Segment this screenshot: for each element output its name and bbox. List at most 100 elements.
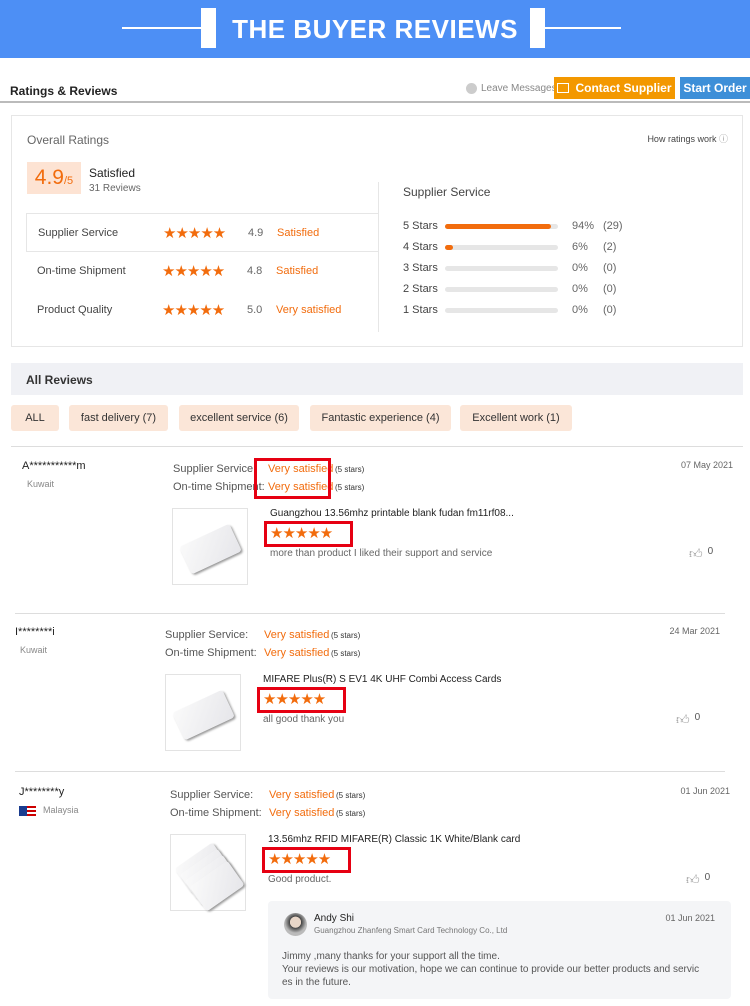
overall-score: 4.9 bbox=[34, 166, 64, 189]
rating-row: Product Quality ★★★★★ 5.0 Very satisfied bbox=[26, 291, 378, 330]
panel-divider bbox=[378, 182, 379, 332]
highlight-box bbox=[254, 458, 331, 499]
header-divider bbox=[0, 101, 750, 103]
rating-row: Supplier Service ★★★★★ 4.9 Satisfied bbox=[26, 213, 378, 252]
progress-fill bbox=[445, 245, 453, 250]
review-date: 01 Jun 2021 bbox=[680, 786, 730, 796]
reply-name: Andy Shi bbox=[314, 913, 355, 924]
overall-score-max: /5 bbox=[64, 175, 74, 187]
leave-messages-link[interactable]: Leave Messages bbox=[466, 83, 557, 94]
star-rating: ★★★★★ bbox=[162, 302, 225, 319]
review-date: 24 Mar 2021 bbox=[669, 626, 720, 636]
star-count: (0) bbox=[603, 304, 617, 316]
section-title: Ratings & Reviews bbox=[10, 84, 118, 98]
reviewer-name: A***********m bbox=[22, 460, 86, 472]
how-ratings-label: How ratings work bbox=[647, 134, 717, 144]
rating-row: On-time Shipment ★★★★★ 4.8 Satisfied bbox=[26, 252, 378, 291]
review-divider bbox=[15, 771, 725, 772]
reviewer-name: I********i bbox=[15, 626, 55, 638]
overall-label: Satisfied bbox=[89, 166, 136, 180]
overall-ratings-title: Overall Ratings bbox=[27, 133, 110, 147]
like-count: 0 bbox=[704, 872, 711, 883]
rating-value: 4.9 bbox=[248, 227, 264, 239]
contact-supplier-label: Contact Supplier bbox=[575, 81, 672, 95]
star-label: 3 Stars bbox=[403, 262, 438, 274]
star-rating: ★★★★★ bbox=[163, 225, 226, 242]
star-breakdown-row: 3 Stars 0% (0) bbox=[403, 262, 703, 278]
avatar bbox=[284, 913, 307, 936]
reviewer-country: Kuwait bbox=[20, 645, 48, 655]
breakdown-title: Supplier Service bbox=[403, 185, 491, 199]
all-reviews-bar: All Reviews bbox=[11, 363, 743, 395]
reviewer-country: Malaysia bbox=[43, 805, 79, 815]
supplier-stars-text: (5 stars) bbox=[335, 465, 365, 474]
product-thumbnail[interactable] bbox=[165, 674, 241, 751]
overall-score-badge: 4.9/5 bbox=[27, 162, 81, 194]
rating-value: 5.0 bbox=[247, 304, 263, 316]
rating-name: Product Quality bbox=[37, 304, 113, 316]
like-button[interactable]: 👍︎ 0 bbox=[676, 712, 700, 728]
star-count: (0) bbox=[603, 283, 617, 295]
star-label: 1 Stars bbox=[403, 304, 438, 316]
message-icon bbox=[466, 83, 477, 94]
product-title[interactable]: 13.56mhz RFID MIFARE(R) Classic 1K White… bbox=[268, 834, 520, 845]
product-title[interactable]: Guangzhou 13.56mhz printable blank fudan… bbox=[270, 508, 514, 519]
supplier-service-value: Very satisfied bbox=[269, 789, 335, 801]
shipment-stars-text: (5 stars) bbox=[335, 483, 365, 492]
filter-tag[interactable]: Fantastic experience (4) bbox=[310, 405, 451, 431]
rating-name: On-time Shipment bbox=[37, 265, 126, 277]
shipment-label: On-time Shipment: bbox=[165, 647, 257, 659]
rating-value: 4.8 bbox=[247, 265, 263, 277]
star-percent: 6% bbox=[572, 241, 588, 253]
review-divider bbox=[15, 613, 725, 614]
how-ratings-work-link[interactable]: How ratings work ⓘ bbox=[647, 132, 728, 145]
reply-text: Your reviews is our motivation, hope we … bbox=[282, 964, 700, 975]
reply-text: es in the future. bbox=[282, 977, 351, 988]
product-title[interactable]: MIFARE Plus(R) S EV1 4K UHF Combi Access… bbox=[263, 674, 501, 685]
review-comment: Good product. bbox=[268, 874, 332, 885]
star-count: (2) bbox=[603, 241, 617, 253]
star-label: 5 Stars bbox=[403, 220, 438, 232]
progress-bar bbox=[445, 308, 558, 313]
rating-label: Very satisfied bbox=[276, 304, 342, 316]
product-thumbnail[interactable] bbox=[172, 508, 248, 585]
supplier-service-label: Supplier Service: bbox=[173, 463, 257, 475]
filter-tag[interactable]: fast delivery (7) bbox=[69, 405, 168, 431]
progress-fill bbox=[445, 224, 552, 229]
contact-supplier-button[interactable]: Contact Supplier bbox=[554, 77, 675, 99]
reply-text: Jimmy ,many thanks for your support all … bbox=[282, 951, 500, 962]
banner: THE BUYER REVIEWS bbox=[0, 0, 750, 58]
reply-company: Guangzhou Zhanfeng Smart Card Technology… bbox=[314, 926, 508, 935]
thumbs-up-icon: 👍︎ bbox=[686, 872, 700, 887]
star-percent: 0% bbox=[572, 283, 588, 295]
start-order-button[interactable]: Start Order bbox=[680, 77, 750, 99]
filter-tag[interactable]: ALL bbox=[11, 405, 59, 431]
malaysia-flag-icon bbox=[19, 806, 36, 816]
filter-tag[interactable]: excellent service (6) bbox=[179, 405, 299, 431]
product-star-rating: ★★★★★ bbox=[268, 851, 331, 868]
star-breakdown-row: 2 Stars 0% (0) bbox=[403, 283, 703, 299]
filter-tag[interactable]: Excellent work (1) bbox=[460, 405, 572, 431]
shipment-value: Very satisfied bbox=[264, 647, 330, 659]
star-percent: 0% bbox=[572, 262, 588, 274]
reply-date: 01 Jun 2021 bbox=[665, 913, 715, 923]
like-button[interactable]: 👍︎ 0 bbox=[689, 546, 713, 562]
star-count: (0) bbox=[603, 262, 617, 274]
review-comment: all good thank you bbox=[263, 714, 345, 725]
reviews-divider bbox=[11, 446, 743, 447]
supplier-stars-text: (5 stars) bbox=[336, 791, 366, 800]
card-image bbox=[172, 689, 235, 741]
help-icon: ⓘ bbox=[718, 134, 728, 144]
rating-name: Supplier Service bbox=[38, 227, 119, 239]
supplier-reply: Andy Shi Guangzhou Zhanfeng Smart Card Te… bbox=[268, 901, 731, 999]
review-count: 31 Reviews bbox=[89, 183, 141, 194]
product-thumbnail[interactable] bbox=[170, 834, 246, 912]
star-count: (29) bbox=[603, 220, 623, 232]
product-star-rating: ★★★★★ bbox=[263, 691, 326, 708]
like-button[interactable]: 👍︎ 0 bbox=[686, 872, 710, 888]
reviewer-name: J********y bbox=[19, 786, 65, 798]
star-label: 4 Stars bbox=[403, 241, 438, 253]
supplier-service-label: Supplier Service: bbox=[170, 789, 254, 801]
all-reviews-title: All Reviews bbox=[26, 373, 93, 387]
progress-bar bbox=[445, 287, 558, 292]
